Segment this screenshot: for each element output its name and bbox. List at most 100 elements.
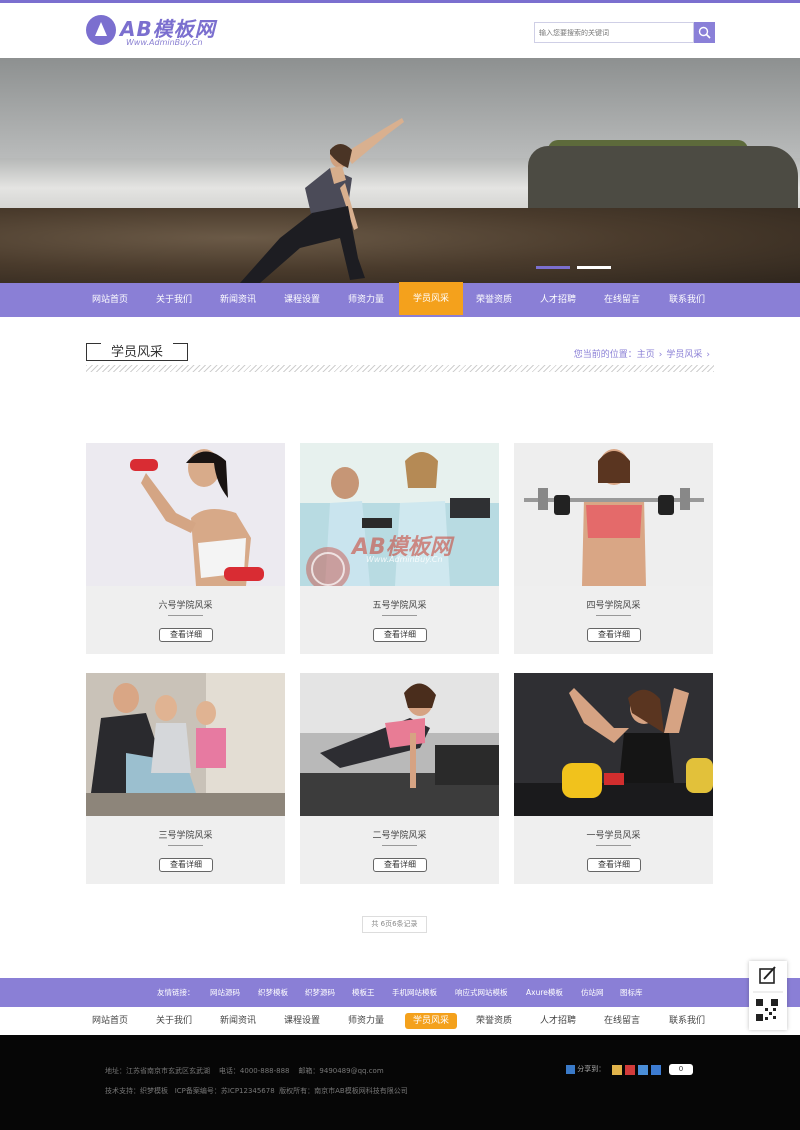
footer-info-line: 技术支持：织梦模板 ICP备案编号：苏ICP12345678 版权所有：南京市A…: [105, 1086, 408, 1096]
site-logo[interactable]: AB模板网 Www.AdminBuy.Cn: [86, 13, 226, 51]
yoga-woman-image: [240, 118, 404, 283]
footer-copyright: 版权所有：南京市AB模板网科技有限公司: [279, 1087, 408, 1095]
nav-item-home[interactable]: 网站首页: [79, 283, 141, 317]
student-photo[interactable]: AB模板网 Www.AdminBuy.Cn: [300, 443, 499, 586]
watermark-subtitle: Www.AdminBuy.Cn: [366, 555, 443, 564]
share-plus-icon[interactable]: [566, 1064, 575, 1074]
card-title[interactable]: 二号学院风采: [300, 828, 499, 841]
renren-icon[interactable]: [651, 1065, 661, 1075]
friend-link[interactable]: 响应式网站模板: [455, 978, 508, 1007]
nav-item-teachers[interactable]: 师资力量: [335, 283, 397, 317]
footer-address: 地址：江苏省南京市玄武区玄武湖: [105, 1067, 210, 1075]
breadcrumb-current[interactable]: 学员风采: [666, 350, 702, 360]
footer-nav: 网站首页 关于我们 新闻资讯 课程设置 师资力量 学员风采 荣誉资质 人才招聘 …: [0, 1007, 800, 1035]
nav-item-jobs[interactable]: 人才招聘: [527, 283, 589, 317]
footer-support[interactable]: 技术支持：织梦模板: [105, 1087, 168, 1095]
friend-link[interactable]: 织梦模板: [258, 978, 288, 1007]
footer-nav-jobs[interactable]: 人才招聘: [527, 1007, 589, 1035]
view-details-button[interactable]: 查看详细: [373, 858, 427, 872]
student-card[interactable]: 六号学院风采 查看详细: [86, 443, 285, 654]
nav-item-message[interactable]: 在线留言: [591, 283, 653, 317]
view-details-button[interactable]: 查看详细: [159, 858, 213, 872]
friend-link[interactable]: 网站源码: [210, 978, 240, 1007]
footer-nav-contact[interactable]: 联系我们: [655, 1007, 719, 1035]
pagination-info[interactable]: 共 6页6条记录: [362, 916, 427, 933]
nav-item-honors[interactable]: 荣誉资质: [463, 283, 525, 317]
view-details-button[interactable]: 查看详细: [587, 628, 641, 642]
footer-nav-news[interactable]: 新闻资讯: [207, 1007, 269, 1035]
banner-indicator[interactable]: [577, 266, 611, 269]
qr-code-icon[interactable]: [756, 999, 778, 1021]
friend-link[interactable]: Axure模板: [526, 978, 563, 1007]
section-title-frame: 学员风采: [86, 343, 188, 361]
student-card[interactable]: 四号学院风采 查看详细: [514, 443, 713, 654]
view-details-button[interactable]: 查看详细: [159, 628, 213, 642]
student-photo[interactable]: [514, 673, 713, 816]
friend-link[interactable]: 模板王: [352, 978, 375, 1007]
logo-mark-icon: [86, 15, 116, 45]
friend-link[interactable]: 图标库: [620, 978, 643, 1007]
chevron-right-icon: ›: [706, 350, 710, 360]
footer-nav-about[interactable]: 关于我们: [143, 1007, 205, 1035]
student-card[interactable]: 一号学员风采 查看详细: [514, 673, 713, 884]
search-bar: [534, 22, 715, 43]
chevron-right-icon: ›: [658, 350, 663, 360]
footer-nav-message[interactable]: 在线留言: [591, 1007, 653, 1035]
friend-link[interactable]: 手机网站模板: [392, 978, 437, 1007]
footer-email: 邮箱：9490489@qq.com: [298, 1067, 384, 1075]
nav-item-news[interactable]: 新闻资讯: [207, 283, 269, 317]
footer-nav-courses[interactable]: 课程设置: [271, 1007, 333, 1035]
card-title[interactable]: 六号学院风采: [86, 598, 285, 611]
hero-banner[interactable]: [0, 58, 800, 283]
view-details-button[interactable]: 查看详细: [373, 628, 427, 642]
friend-link[interactable]: 织梦源码: [305, 978, 335, 1007]
footer-nav-students[interactable]: 学员风采: [405, 1013, 457, 1029]
site-footer: [0, 1035, 800, 1130]
card-title[interactable]: 一号学员风采: [514, 828, 713, 841]
student-photo[interactable]: [86, 673, 285, 816]
card-divider: [168, 615, 203, 616]
footer-nav-teachers[interactable]: 师资力量: [335, 1007, 397, 1035]
nav-item-about[interactable]: 关于我们: [143, 283, 205, 317]
footer-nav-home[interactable]: 网站首页: [79, 1007, 141, 1035]
breadcrumb-home[interactable]: 主页: [637, 350, 655, 360]
share-bar: 分享到：: [566, 1064, 605, 1076]
student-card[interactable]: AB模板网 Www.AdminBuy.Cn 五号学院风采 查看详细: [300, 443, 499, 654]
logo-subtitle: Www.AdminBuy.Cn: [126, 38, 203, 47]
student-card[interactable]: 三号学院风采 查看详细: [86, 673, 285, 884]
card-title[interactable]: 三号学院风采: [86, 828, 285, 841]
friend-links-label: 友情链接：: [157, 988, 195, 997]
card-title[interactable]: 五号学院风采: [300, 598, 499, 611]
page-title: 学员风采: [110, 345, 163, 360]
footer-icp[interactable]: ICP备案编号：苏ICP12345678: [175, 1087, 275, 1095]
nav-item-courses[interactable]: 课程设置: [271, 283, 333, 317]
student-photo[interactable]: [300, 673, 499, 816]
share-label: 分享到：: [577, 1065, 606, 1073]
search-icon: [698, 26, 711, 39]
card-divider: [168, 845, 203, 846]
qzone-icon[interactable]: [612, 1065, 622, 1075]
footer-phone: 电话：4000-888-888: [218, 1067, 290, 1075]
view-details-button[interactable]: 查看详细: [587, 858, 641, 872]
friend-link[interactable]: 仿站网: [581, 978, 604, 1007]
card-divider: [382, 615, 417, 616]
footer-nav-honors[interactable]: 荣誉资质: [463, 1007, 525, 1035]
student-photo[interactable]: [86, 443, 285, 586]
weibo-icon[interactable]: [625, 1065, 635, 1075]
site-header: AB模板网 Www.AdminBuy.Cn: [0, 3, 800, 58]
hatched-divider: [86, 365, 714, 372]
share-count: 0: [669, 1064, 693, 1075]
nav-item-contact[interactable]: 联系我们: [655, 283, 719, 317]
footer-contact-line: 地址：江苏省南京市玄武区玄武湖 电话：4000-888-888 邮箱：94904…: [105, 1066, 384, 1076]
tencent-weibo-icon[interactable]: [638, 1065, 648, 1075]
banner-indicator-active[interactable]: [536, 266, 570, 269]
card-title[interactable]: 四号学院风采: [514, 598, 713, 611]
search-button[interactable]: [694, 22, 715, 43]
nav-item-students[interactable]: 学员风采: [399, 282, 463, 315]
student-card[interactable]: 二号学院风采 查看详细: [300, 673, 499, 884]
floating-side-widget: [749, 961, 787, 1030]
watermark: AB模板网 Www.AdminBuy.Cn: [300, 443, 499, 586]
student-photo[interactable]: [514, 443, 713, 586]
search-input[interactable]: [534, 22, 694, 43]
message-edit-icon[interactable]: [759, 966, 776, 984]
